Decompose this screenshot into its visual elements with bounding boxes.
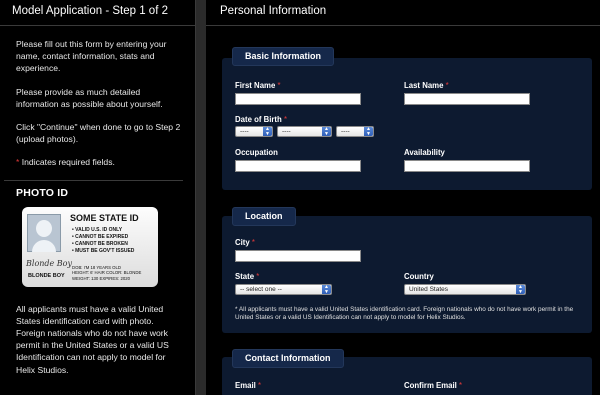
id-signature: Blonde Boy [26, 258, 73, 268]
id-rule: • CANNOT BE BROKEN [72, 240, 128, 247]
basic-information-section: Basic Information First Name * Last Name… [222, 47, 592, 190]
intro-text: Please fill out this form by entering yo… [16, 39, 167, 74]
last-name-input[interactable] [404, 93, 530, 105]
photo-id-heading: PHOTO ID [16, 186, 69, 199]
id-card-details: DOB: I'M 18 YEARS OLD HEIGHT: 6' HAIR CO… [72, 265, 141, 282]
instructions-panel: Model Application - Step 1 of 2 Please f… [0, 0, 196, 395]
instructions: Please fill out this form by entering yo… [0, 26, 195, 169]
id-detail-line: HEIGHT: 6' HAIR COLOR: BLONDE [72, 270, 142, 276]
id-card-title: SOME STATE ID [70, 212, 139, 223]
id-rule: • VALID U.S. ID ONLY [72, 226, 123, 233]
required-star: * [459, 381, 463, 390]
required-text: Indicates required fields. [19, 157, 115, 168]
required-star: * [257, 381, 262, 390]
availability-input[interactable] [404, 160, 530, 172]
required-star: * [251, 238, 255, 247]
availability-label: Availability [404, 148, 445, 157]
detail-text: Please provide as much detailed informat… [16, 86, 163, 109]
occupation-label: Occupation [235, 148, 278, 157]
required-star: * [445, 81, 449, 90]
chevron-updown-icon: ▲ ▼ [322, 127, 331, 136]
last-name-label: Last Name * [404, 81, 449, 90]
email-label-text: Email [235, 381, 256, 390]
contact-information-section: Contact Information Email * Confirm Emai… [222, 349, 592, 395]
city-input[interactable] [235, 250, 361, 262]
location-tab: Location [232, 207, 296, 226]
state-select[interactable]: -- select one -- ▲ ▼ [235, 284, 332, 295]
id-detail-line: WEIGHT: 130 EXPIRES: 2020 [72, 275, 131, 281]
chevron-updown-icon: ▲ ▼ [516, 285, 525, 294]
first-name-label: First Name * [235, 81, 281, 90]
id-card-rules: • VALID U.S. ID ONLY • CANNOT BE EXPIRED… [72, 227, 134, 255]
chevron-updown-icon: ▲ ▼ [364, 127, 373, 136]
panel-title: Model Application - Step 1 of 2 [0, 0, 195, 26]
dob-month-select[interactable]: ---- ▲ ▼ [235, 126, 273, 137]
id-rule: • CANNOT BE EXPIRED [72, 233, 129, 240]
required-note: * Indicates required fields. [16, 156, 181, 168]
country-select[interactable]: United States ▲ ▼ [404, 284, 526, 295]
dob-year-value: ---- [341, 128, 350, 135]
dob-label-text: Date of Birth [235, 115, 282, 124]
location-note: * All applicants must have a valid Unite… [235, 306, 574, 321]
dob-day-value: ---- [282, 128, 291, 135]
chevron-updown-icon: ▲ ▼ [322, 285, 331, 294]
id-photo-icon [27, 213, 61, 252]
required-star: * [283, 115, 288, 124]
location-section: Location City * State * -- select one --… [222, 207, 592, 333]
form-panel: Personal Information Basic Information F… [206, 0, 600, 395]
dob-month-value: ---- [240, 128, 249, 135]
first-name-label-text: First Name [235, 81, 276, 90]
confirm-email-label-text: Confirm Email [404, 381, 457, 390]
chevron-updown-icon: ▲ ▼ [263, 127, 272, 136]
required-star: * [256, 272, 260, 281]
state-label: State * [235, 272, 259, 281]
form-title: Personal Information [206, 0, 600, 26]
dob-label: Date of Birth * [235, 115, 287, 124]
last-name-label-text: Last Name [404, 81, 444, 90]
state-label-text: State [235, 272, 255, 281]
required-star: * [277, 81, 281, 90]
contact-information-tab: Contact Information [232, 349, 344, 368]
dob-day-select[interactable]: ---- ▲ ▼ [277, 126, 332, 137]
dob-year-select[interactable]: ---- ▲ ▼ [336, 126, 374, 137]
id-rule: • MUST BE GOV'T ISSUED [72, 247, 135, 254]
continue-text: Click "Continue" when done to go to Step… [16, 122, 181, 145]
city-label-text: City [235, 238, 250, 247]
basic-information-tab: Basic Information [232, 47, 335, 66]
country-select-value: United States [409, 286, 449, 293]
email-label: Email * [235, 381, 261, 390]
id-requirement-text: All applicants must have a valid United … [16, 303, 169, 375]
confirm-email-label: Confirm Email * [404, 381, 462, 390]
city-label: City * [235, 238, 255, 247]
first-name-input[interactable] [235, 93, 361, 105]
state-select-value: -- select one -- [240, 286, 282, 293]
id-card-name: BLONDE BOY [28, 272, 65, 279]
sample-id-card-image: SOME STATE ID • VALID U.S. ID ONLY • CAN… [22, 206, 158, 287]
occupation-input[interactable] [235, 160, 361, 172]
country-label: Country [404, 272, 434, 281]
